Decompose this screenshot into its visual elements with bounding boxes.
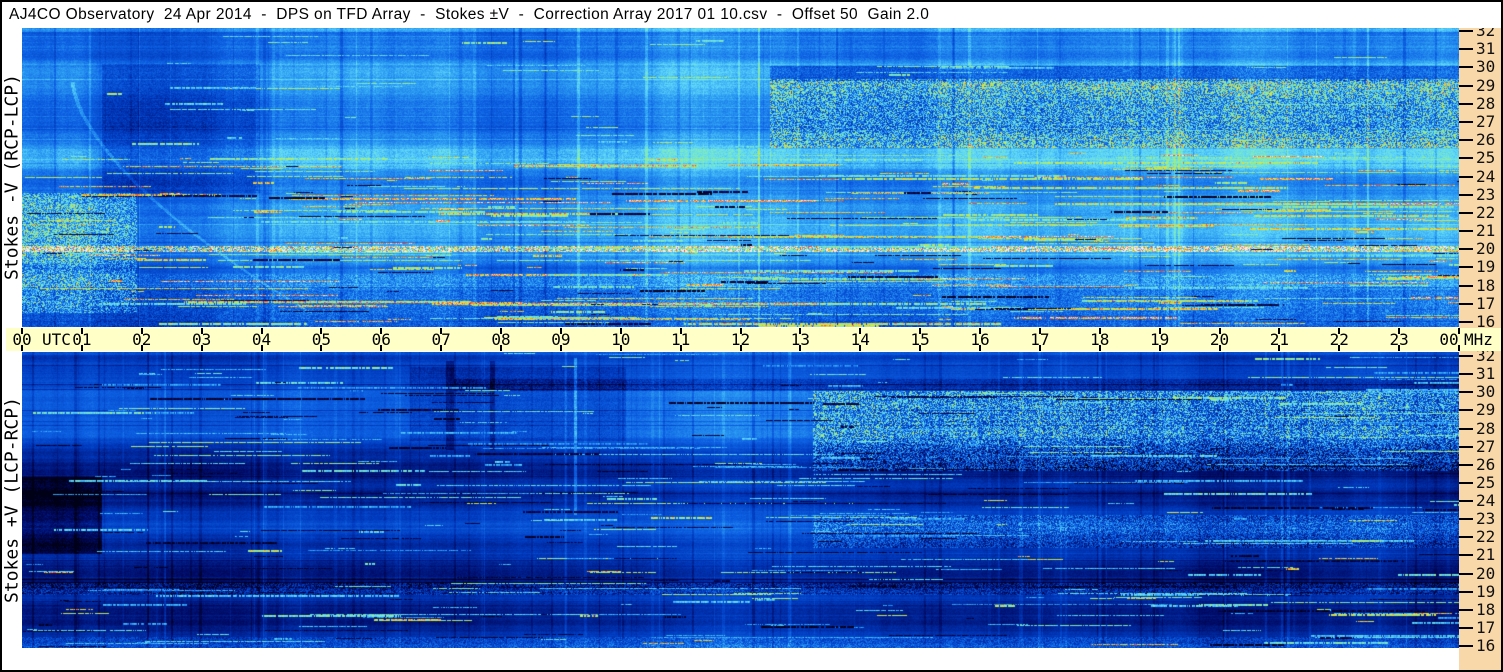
mhz-unit-label: MHz [1464,330,1493,349]
hour-label: 00 [1439,330,1459,349]
freq-tick-top [1459,284,1473,287]
freq-tick-bottom [1459,391,1473,394]
freq-tick-bottom [1459,409,1473,412]
freq-label-bottom: 23 [1476,509,1496,529]
freq-label-bottom: 30 [1476,382,1496,402]
utc-unit-label: UTC [42,330,71,349]
freq-tick-bottom [1459,500,1473,502]
freq-label-top: 26 [1476,130,1496,150]
freq-tick-bottom [1459,645,1473,647]
freq-label-bottom: 17 [1476,617,1496,637]
freq-tick-bottom [1459,481,1473,484]
freq-tick-top [1459,30,1473,32]
hour-label: 13 [790,330,810,349]
freq-tick-top [1459,193,1473,196]
freq-tick-top [1459,230,1473,233]
hour-label: 00 [12,330,32,349]
freq-tick-top [1459,120,1473,123]
hour-label: 03 [191,330,212,349]
freq-tick-top [1459,102,1473,105]
hour-label: 10 [611,330,631,349]
freq-tick-bottom [1459,445,1473,448]
hour-label: 12 [730,330,751,349]
panel-label-stokes-plus-v: Stokes +V (LCP-RCP) [1,397,23,603]
freq-label-top: 31 [1476,39,1496,59]
freq-label-top: 30 [1476,57,1496,77]
spectrogram-stokes-minus-v [22,28,1459,327]
freq-tick-top [1459,48,1473,51]
hour-label: 15 [910,330,930,349]
freq-tick-bottom [1459,554,1473,557]
freq-tick-top [1459,157,1473,160]
freq-tick-top [1459,248,1473,251]
freq-label-bottom: 20 [1476,563,1496,583]
freq-label-top: 28 [1476,93,1496,113]
freq-tick-bottom [1459,590,1473,593]
hour-label: 09 [551,330,571,349]
freq-tick-bottom [1459,536,1473,539]
freq-tick-top [1459,266,1473,269]
hour-label: 06 [371,330,391,349]
hour-label: 18 [1090,330,1110,349]
freq-label-bottom: 31 [1476,364,1496,384]
spectrogram-stokes-plus-v [22,352,1459,648]
freq-tick-top [1459,321,1473,324]
freq-label-bottom: 24 [1476,491,1496,510]
freq-tick-bottom [1459,626,1473,629]
freq-label-top: 19 [1476,257,1496,277]
freq-label-bottom: 18 [1476,599,1496,619]
freq-tick-bottom [1459,463,1473,466]
hour-label: 05 [311,330,331,349]
title-bar: AJ4CO Observatory 24 Apr 2014 - DPS on T… [2,2,1501,28]
freq-tick-bottom [1459,518,1473,521]
hour-label: 22 [1329,330,1349,349]
freq-label-top: 29 [1476,75,1496,95]
hour-label: 21 [1269,330,1289,349]
freq-label-bottom: 16 [1476,636,1496,655]
freq-label-bottom: 21 [1476,545,1496,565]
freq-label-top: 18 [1476,275,1496,295]
freq-label-top: 20 [1476,239,1496,259]
hour-label: 20 [1209,330,1230,349]
freq-tick-bottom [1459,355,1473,357]
hour-label: 16 [970,330,990,349]
freq-label-top: 25 [1476,148,1496,168]
freq-label-top: 22 [1476,202,1496,222]
freq-tick-top [1459,175,1473,178]
freq-tick-bottom [1459,427,1473,430]
freq-tick-bottom [1459,572,1473,575]
freq-label-top: 17 [1476,293,1496,313]
freq-tick-top [1459,139,1473,142]
freq-label-top: 21 [1476,221,1496,241]
hour-label: 19 [1149,330,1170,349]
freq-label-bottom: 19 [1476,581,1496,601]
freq-label-top: 23 [1476,184,1496,204]
freq-label-top: 24 [1476,166,1496,186]
freq-tick-top [1459,66,1473,69]
freq-label-bottom: 28 [1476,418,1496,438]
freq-label-bottom: 27 [1476,436,1496,456]
hour-label: 07 [431,330,451,349]
freq-tick-top [1459,211,1473,214]
hour-label: 02 [132,330,152,349]
freq-tick-top [1459,302,1473,305]
hour-label: 04 [251,330,272,349]
freq-tick-bottom [1459,608,1473,611]
hour-label: 08 [491,330,511,349]
freq-label-top: 27 [1476,111,1496,131]
freq-label-bottom: 25 [1476,472,1496,492]
hour-label: 11 [670,330,691,349]
freq-tick-bottom [1459,373,1473,376]
time-axis: 00 01 02 03 04 05 06 07 08 09 10 11 12 13 14 15 16 17 18 19… [6,328,1501,351]
freq-label-bottom: 26 [1476,454,1496,474]
hour-label: 23 [1389,330,1409,349]
hour-label: 17 [1030,330,1050,349]
freq-label-bottom: 22 [1476,527,1496,547]
panel-label-stokes-minus-v: Stokes -V (RCP-LCP) [1,74,23,280]
hour-label: 14 [850,330,870,349]
freq-label-bottom: 29 [1476,400,1496,420]
freq-tick-top [1459,84,1473,87]
